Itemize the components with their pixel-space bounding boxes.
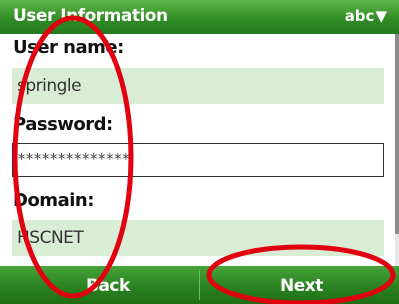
title-bar: User Information abc▼	[0, 0, 399, 34]
password-label: Password:	[13, 114, 113, 135]
page-title: User Information	[13, 6, 168, 26]
domain-field[interactable]: HSCNET	[12, 220, 384, 256]
back-softkey[interactable]: Back	[86, 276, 130, 296]
input-mode-filter-icon: ▼	[375, 7, 387, 25]
domain-label: Domain:	[13, 190, 94, 211]
softkey-divider	[199, 270, 200, 300]
scrollbar-thumb[interactable]	[395, 34, 399, 234]
username-field[interactable]: springle	[12, 68, 384, 104]
password-field[interactable]: **************	[12, 143, 384, 177]
next-softkey[interactable]: Next	[280, 276, 323, 296]
input-mode-label: abc	[344, 7, 375, 25]
input-mode-indicator[interactable]: abc▼	[345, 7, 387, 25]
username-label: User name:	[13, 37, 124, 58]
